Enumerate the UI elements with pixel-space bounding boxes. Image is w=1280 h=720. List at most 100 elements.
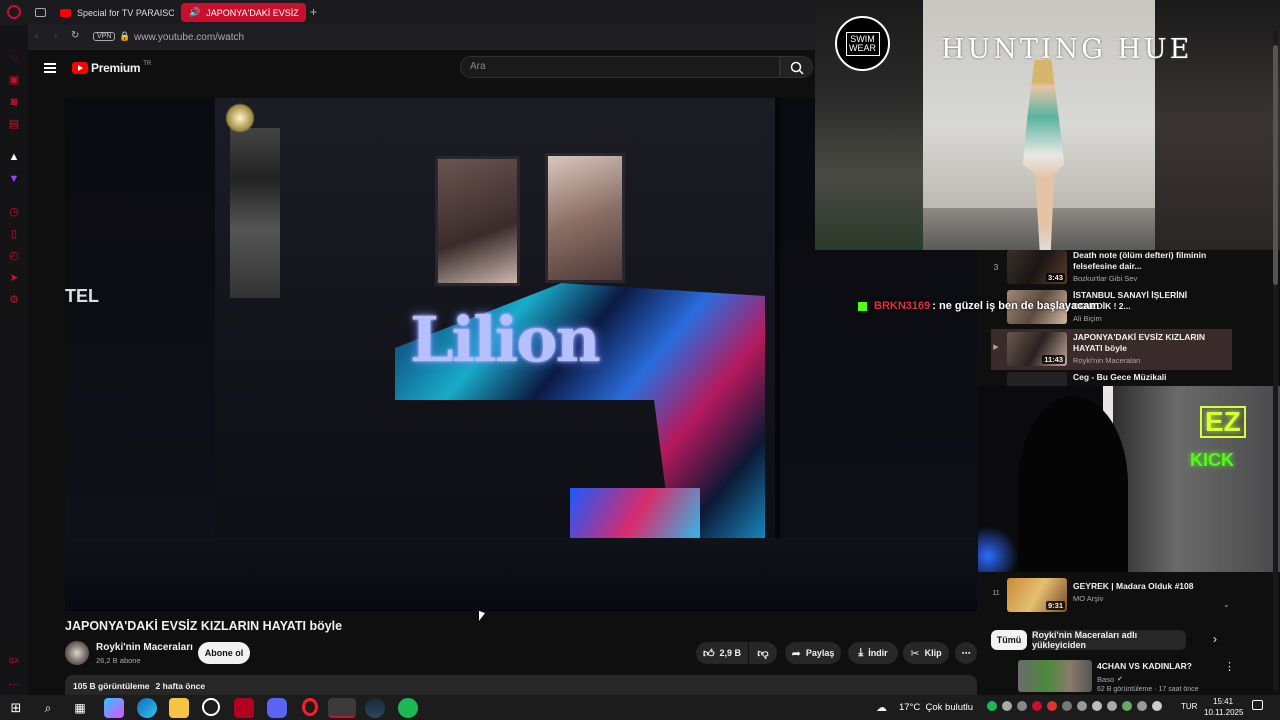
- messenger-icon[interactable]: ◙: [7, 95, 21, 109]
- subscriber-count: 26,2 B abone: [96, 656, 141, 665]
- upload-age: 2 hafta önce: [155, 681, 206, 691]
- poster-right: [545, 153, 625, 283]
- copilot-icon[interactable]: [104, 698, 124, 718]
- search-icon: [790, 61, 804, 75]
- recommendation-thumbnail[interactable]: [1018, 660, 1092, 692]
- more-actions-button[interactable]: ⋯: [955, 642, 977, 664]
- aria-icon[interactable]: ◌: [7, 51, 21, 65]
- share-icon: ➦: [791, 647, 801, 660]
- settings-icon[interactable]: ⚙: [7, 293, 21, 307]
- youtube-play-icon: [72, 62, 88, 74]
- webcam-wall: [1108, 386, 1280, 572]
- notification-icon[interactable]: [1252, 700, 1263, 710]
- description-box[interactable]: 105 B görüntüleme 2 hafta önce: [65, 675, 977, 695]
- clock-time[interactable]: 15:41: [1213, 697, 1233, 706]
- discord-icon[interactable]: [267, 698, 287, 718]
- clock-date[interactable]: 10.11.2025: [1204, 708, 1243, 717]
- tab-japonya[interactable]: 🔊 JAPONYA'DAKİ EVSİZ: [181, 3, 306, 22]
- weather-icon[interactable]: ☁: [876, 701, 887, 714]
- download-button[interactable]: ⤓ İndir: [848, 642, 898, 664]
- spotify-icon[interactable]: [398, 698, 418, 718]
- playlist-scroll-chevron-icon[interactable]: ⌄: [1223, 600, 1230, 609]
- file-explorer-icon[interactable]: [169, 698, 189, 718]
- task-view-icon[interactable]: ▦: [70, 698, 90, 718]
- playlist-item-title: Ceg - Bu Gece Müzikali: [1073, 372, 1167, 382]
- channel-avatar[interactable]: [65, 641, 89, 665]
- share-button[interactable]: ➦ Paylaş: [785, 642, 841, 664]
- menu-icon[interactable]: [44, 63, 56, 73]
- url-field[interactable]: www.youtube.com/watch: [134, 32, 244, 43]
- opera-active-icon[interactable]: [328, 698, 356, 718]
- video-thumbnail: [1007, 372, 1067, 386]
- opera-logo-icon[interactable]: [7, 5, 21, 19]
- clip-label: Klip: [924, 648, 942, 658]
- search-taskbar-icon[interactable]: ⌕: [38, 698, 58, 718]
- view-count: 105 B görüntüleme: [73, 681, 150, 691]
- steam-icon[interactable]: [365, 698, 385, 718]
- playlist-item-title: Death note (ölüm defteri) filminin felse…: [1073, 250, 1207, 271]
- playlist-item[interactable]: Ceg - Bu Gece Müzikali: [991, 372, 1232, 386]
- like-button[interactable]: 👍︎ 2,9 B: [696, 642, 748, 664]
- channel-name[interactable]: Royki'nin Maceraları: [96, 642, 193, 653]
- tab-paraiso[interactable]: Special for TV PARAISO M: [52, 3, 174, 22]
- subscribe-button[interactable]: Abone ol: [198, 642, 250, 664]
- playlist-item[interactable]: 11 9:31 GEYREK | Madara Olduk #108 MO Arş…: [991, 578, 1232, 618]
- recommendation-menu-icon[interactable]: ⋮: [1224, 660, 1235, 673]
- clock-icon[interactable]: ◷: [7, 205, 21, 219]
- forward-icon[interactable]: ›: [54, 31, 57, 42]
- tray-icons[interactable]: [987, 701, 1165, 713]
- more-dots-icon: ⋯: [961, 647, 971, 658]
- search-button[interactable]: [780, 56, 813, 78]
- new-tab-button[interactable]: +: [310, 5, 317, 19]
- twitch-icon[interactable]: ▼: [7, 172, 21, 186]
- playlist-item-channel: Bozkurtlar Gibi Sev: [1073, 274, 1138, 283]
- recommendation-channel[interactable]: Baso: [1097, 675, 1114, 684]
- tab-label: JAPONYA'DAKİ EVSİZ: [206, 7, 299, 18]
- chat-message: BRKN3169 : ne güzel iş ben de başlayacam: [858, 300, 1099, 312]
- dislike-button[interactable]: 👎︎: [749, 642, 777, 664]
- youtube-logo[interactable]: Premium TR: [72, 61, 151, 75]
- thumbs-down-icon: 👎︎: [757, 647, 769, 660]
- mouse-cursor: [479, 610, 485, 624]
- back-icon[interactable]: ‹: [35, 31, 38, 42]
- gx-icon[interactable]: GX: [7, 655, 21, 669]
- more-icon[interactable]: …: [7, 675, 21, 689]
- playlist-item-title: GEYREK | Madara Olduk #108: [1073, 581, 1194, 591]
- language-indicator[interactable]: TUR: [1181, 702, 1197, 711]
- bag-icon[interactable]: ▣: [7, 73, 21, 87]
- hotel-sign: TEL: [65, 286, 99, 306]
- opera-icon[interactable]: [302, 698, 318, 716]
- thumbs-up-icon: 👍︎: [702, 647, 715, 660]
- mail-icon[interactable]: ▤: [7, 117, 21, 131]
- playlist-item[interactable]: 3 3:43 Death note (ölüm defteri) filmini…: [991, 250, 1232, 290]
- clip-button[interactable]: ✂ Klip: [903, 642, 949, 664]
- scrollbar-thumb[interactable]: [1273, 45, 1278, 285]
- chip-uploader[interactable]: Royki'nin Maceraları adlı yükleyiciden: [1032, 630, 1186, 650]
- edge-icon[interactable]: [137, 698, 157, 718]
- history-icon[interactable]: ◴: [7, 249, 21, 263]
- neon-ez-text: EZ: [1200, 406, 1246, 438]
- playlist-item-current[interactable]: ▶ 11:43 JAPONYA'DAKİ EVSİZ KIZLARIN HAYA…: [991, 329, 1232, 370]
- playlist-index: 3: [993, 262, 999, 272]
- windows-start-icon[interactable]: ⊞: [6, 698, 26, 718]
- neon-kick-text: KICK: [1190, 450, 1234, 470]
- search-input[interactable]: Ara: [460, 56, 780, 78]
- weather-text[interactable]: 17°C Çok bulutlu: [899, 702, 973, 713]
- chips-next-icon[interactable]: ›: [1213, 632, 1217, 646]
- video-thumbnail: 3:43: [1007, 250, 1067, 284]
- page-scrollbar[interactable]: [1273, 30, 1278, 690]
- opera-gx-icon[interactable]: [202, 698, 220, 716]
- logo-text: Premium: [91, 61, 141, 75]
- youtube-favicon-icon: [60, 8, 71, 17]
- tab-manager-icon[interactable]: [35, 8, 46, 17]
- send-icon[interactable]: ➤: [7, 271, 21, 285]
- triangle-app-icon[interactable]: ▲: [7, 150, 21, 164]
- voice-app-icon[interactable]: [234, 698, 254, 718]
- reload-icon[interactable]: ↻: [71, 30, 79, 41]
- video-thumbnail: 11:43: [1007, 332, 1067, 366]
- chip-all[interactable]: Tümü: [991, 630, 1027, 650]
- vpn-badge[interactable]: VPN: [93, 32, 116, 41]
- recommendation-title[interactable]: 4CHAN VS KADINLAR?: [1097, 661, 1192, 671]
- bookmark-icon[interactable]: ▯: [7, 227, 21, 241]
- kick-badge-icon: [858, 301, 867, 311]
